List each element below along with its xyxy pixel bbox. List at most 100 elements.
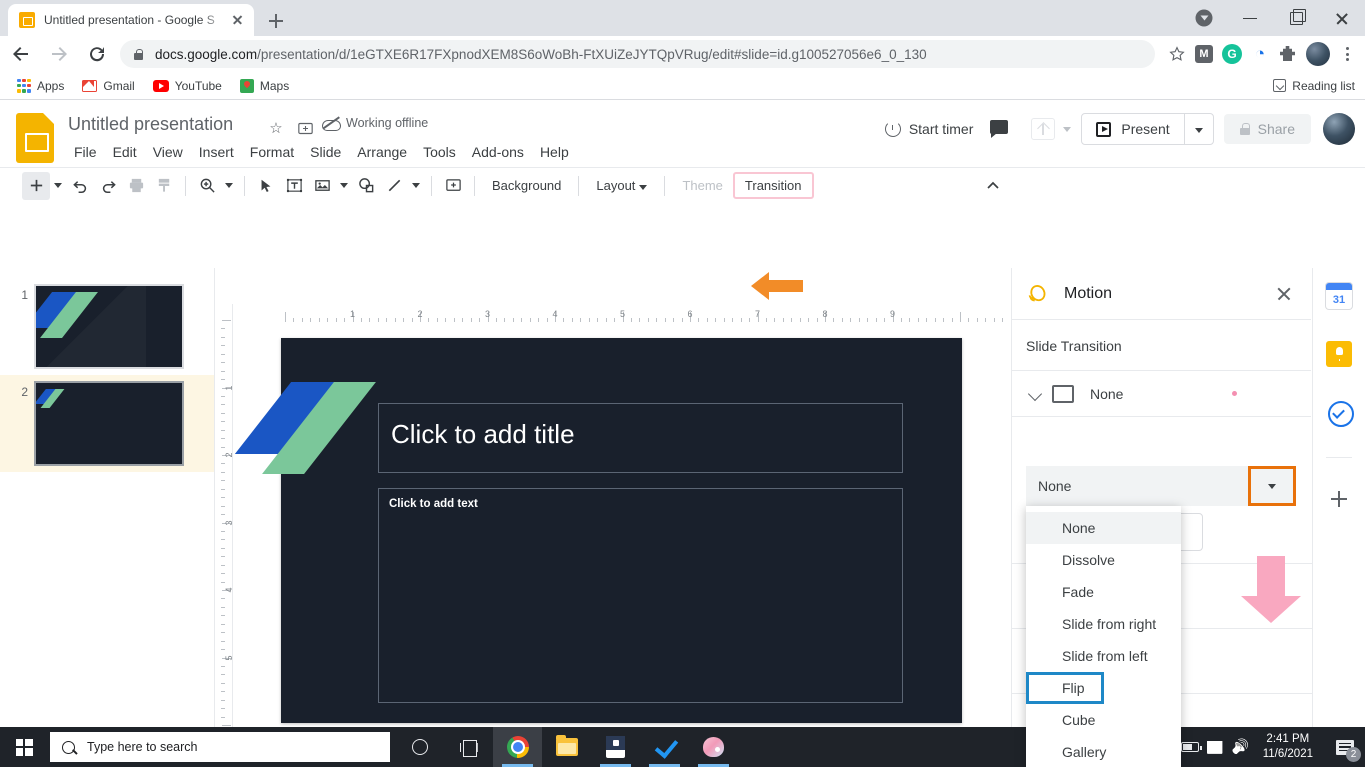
line-icon[interactable]: [380, 172, 408, 200]
bookmark-gmail[interactable]: Gmail: [75, 76, 141, 96]
chrome-menu-icon[interactable]: [1335, 41, 1359, 67]
redo-icon[interactable]: [94, 172, 122, 200]
tasks-icon[interactable]: [1326, 399, 1354, 427]
move-to-folder-icon[interactable]: [295, 118, 315, 138]
menu-option-fade[interactable]: Fade: [1026, 576, 1181, 608]
present-button[interactable]: Present: [1082, 115, 1183, 143]
download-icon[interactable]: [1181, 0, 1227, 36]
close-icon[interactable]: [228, 11, 246, 29]
menu-option-cube[interactable]: Cube: [1026, 704, 1181, 736]
menu-option-none[interactable]: None: [1026, 512, 1181, 544]
undo-icon[interactable]: [66, 172, 94, 200]
body-placeholder[interactable]: Click to add text: [378, 488, 903, 703]
taskbar-clock[interactable]: 2:41 PM 11/6/2021: [1255, 732, 1325, 762]
menu-tools[interactable]: Tools: [415, 141, 464, 163]
star-icon[interactable]: ☆: [266, 118, 286, 138]
menu-file[interactable]: File: [66, 141, 105, 163]
text-box-icon[interactable]: [280, 172, 308, 200]
print-icon[interactable]: [122, 172, 150, 200]
slide-thumbnail[interactable]: [34, 284, 184, 369]
present-options-button[interactable]: [1183, 114, 1213, 144]
browser-tab[interactable]: Untitled presentation - Google S: [8, 4, 254, 36]
figma-icon[interactable]: [591, 727, 640, 767]
calendar-icon[interactable]: [1326, 283, 1352, 309]
collapse-toolbar-icon[interactable]: [979, 172, 1007, 200]
add-comment-icon[interactable]: [439, 172, 467, 200]
menu-option-gallery[interactable]: Gallery: [1026, 736, 1181, 767]
menu-insert[interactable]: Insert: [191, 141, 242, 163]
menu-edit[interactable]: Edit: [105, 141, 145, 163]
puzzle-icon[interactable]: [1275, 41, 1301, 67]
bookmark-apps[interactable]: Apps: [10, 76, 71, 96]
grammarly-icon[interactable]: [1219, 41, 1245, 67]
transition-type-select[interactable]: None: [1026, 466, 1296, 506]
select-icon[interactable]: [252, 172, 280, 200]
slide-thumbnail[interactable]: [34, 381, 184, 466]
bookmark-star-icon[interactable]: [1163, 40, 1191, 68]
filmstrip-slide-2[interactable]: 2: [0, 375, 214, 472]
address-bar[interactable]: docs.google.com/presentation/d/1eGTXE6R1…: [120, 40, 1155, 68]
file-explorer-icon[interactable]: [542, 727, 591, 767]
clockify-icon[interactable]: [1250, 44, 1270, 64]
cortana-icon[interactable]: [395, 727, 444, 767]
reading-list-button[interactable]: Reading list: [1273, 79, 1355, 93]
transition-button[interactable]: Transition: [732, 172, 814, 199]
task-view-icon[interactable]: [444, 727, 493, 767]
chrome-icon[interactable]: [493, 727, 542, 767]
offline-status[interactable]: Working offline: [322, 116, 428, 131]
keep-icon[interactable]: [1326, 341, 1352, 367]
back-icon[interactable]: [4, 37, 38, 71]
share-button[interactable]: Share: [1223, 114, 1311, 144]
line-options-icon[interactable]: [408, 172, 424, 200]
windows-start-icon[interactable]: [0, 727, 48, 767]
notifications-icon[interactable]: 2: [1325, 727, 1365, 767]
upload-icon[interactable]: [1031, 118, 1056, 140]
image-options-icon[interactable]: [336, 172, 352, 200]
close-icon[interactable]: [1319, 0, 1365, 36]
chevron-down-icon[interactable]: [1026, 385, 1044, 403]
menu-option-flip[interactable]: Flip: [1026, 672, 1104, 704]
theme-button[interactable]: Theme: [672, 173, 732, 198]
account-avatar[interactable]: [1323, 113, 1355, 145]
bookmark-youtube[interactable]: YouTube: [146, 76, 229, 96]
menu-format[interactable]: Format: [242, 141, 302, 163]
minimize-icon[interactable]: [1227, 0, 1273, 36]
start-timer-button[interactable]: Start timer: [877, 115, 982, 143]
slides-logo-icon[interactable]: [16, 113, 54, 163]
new-slide-icon[interactable]: [22, 171, 50, 200]
menu-option-dissolve[interactable]: Dissolve: [1026, 544, 1181, 576]
close-icon[interactable]: [1271, 281, 1297, 307]
wifi-icon[interactable]: [1203, 727, 1229, 767]
bookmark-maps[interactable]: Maps: [233, 76, 296, 96]
shape-icon[interactable]: [352, 172, 380, 200]
menu-view[interactable]: View: [145, 141, 191, 163]
paint-format-icon[interactable]: [150, 172, 178, 200]
maximize-icon[interactable]: [1273, 0, 1319, 36]
new-tab-button[interactable]: [262, 7, 290, 35]
comment-history-icon[interactable]: [981, 113, 1017, 145]
slide-canvas[interactable]: Click to add title Click to add text: [234, 338, 962, 723]
layout-button[interactable]: Layout: [586, 173, 657, 198]
zoom-icon[interactable]: [193, 172, 221, 200]
background-button[interactable]: Background: [482, 173, 571, 198]
menu-arrange[interactable]: Arrange: [349, 141, 415, 163]
menu-slide[interactable]: Slide: [302, 141, 349, 163]
taskbar-search-input[interactable]: Type here to search: [50, 732, 390, 762]
menu-option-slide-from-right[interactable]: Slide from right: [1026, 608, 1181, 640]
new-slide-options-icon[interactable]: [50, 172, 66, 200]
title-placeholder[interactable]: Click to add title: [378, 403, 903, 473]
reload-icon[interactable]: [80, 37, 114, 71]
upload-group[interactable]: [1031, 118, 1072, 140]
mercury-icon[interactable]: [1191, 41, 1217, 67]
transition-type-dropdown-arrow[interactable]: [1248, 466, 1296, 506]
filmstrip-slide-1[interactable]: 1: [0, 278, 214, 375]
volume-icon[interactable]: [1229, 727, 1255, 767]
paint-icon[interactable]: [689, 727, 738, 767]
forward-icon[interactable]: [42, 37, 76, 71]
document-title[interactable]: Untitled presentation: [68, 114, 233, 135]
image-icon[interactable]: [308, 172, 336, 200]
menu-option-slide-from-left[interactable]: Slide from left: [1026, 640, 1181, 672]
profile-avatar[interactable]: [1306, 42, 1330, 66]
todoist-icon[interactable]: [640, 727, 689, 767]
menu-addons[interactable]: Add-ons: [464, 141, 532, 163]
